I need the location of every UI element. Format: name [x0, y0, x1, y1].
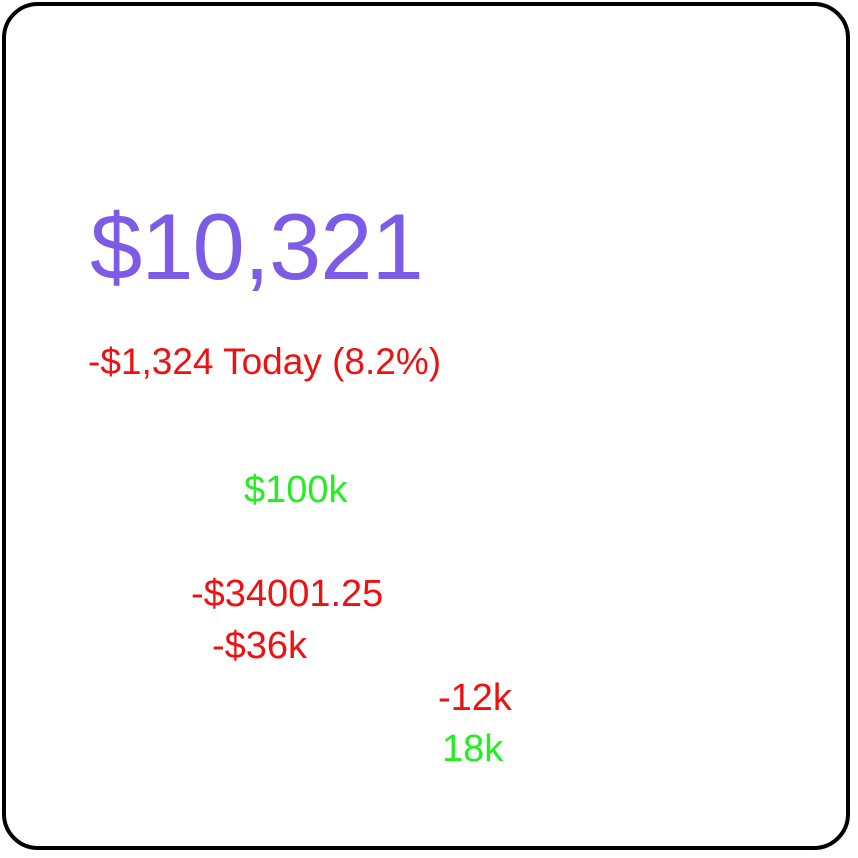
value-label: -12k	[438, 677, 512, 719]
balance-amount: $10,321	[90, 194, 424, 299]
portfolio-card: $10,321 -$1,324 Today (8.2%) $100k -$340…	[2, 2, 850, 850]
value-label: 18k	[442, 728, 504, 770]
daily-change: -$1,324 Today (8.2%)	[88, 341, 442, 382]
value-label: $100k	[244, 469, 348, 511]
value-label: -$34001.25	[191, 573, 384, 615]
value-label: -$36k	[212, 625, 308, 667]
